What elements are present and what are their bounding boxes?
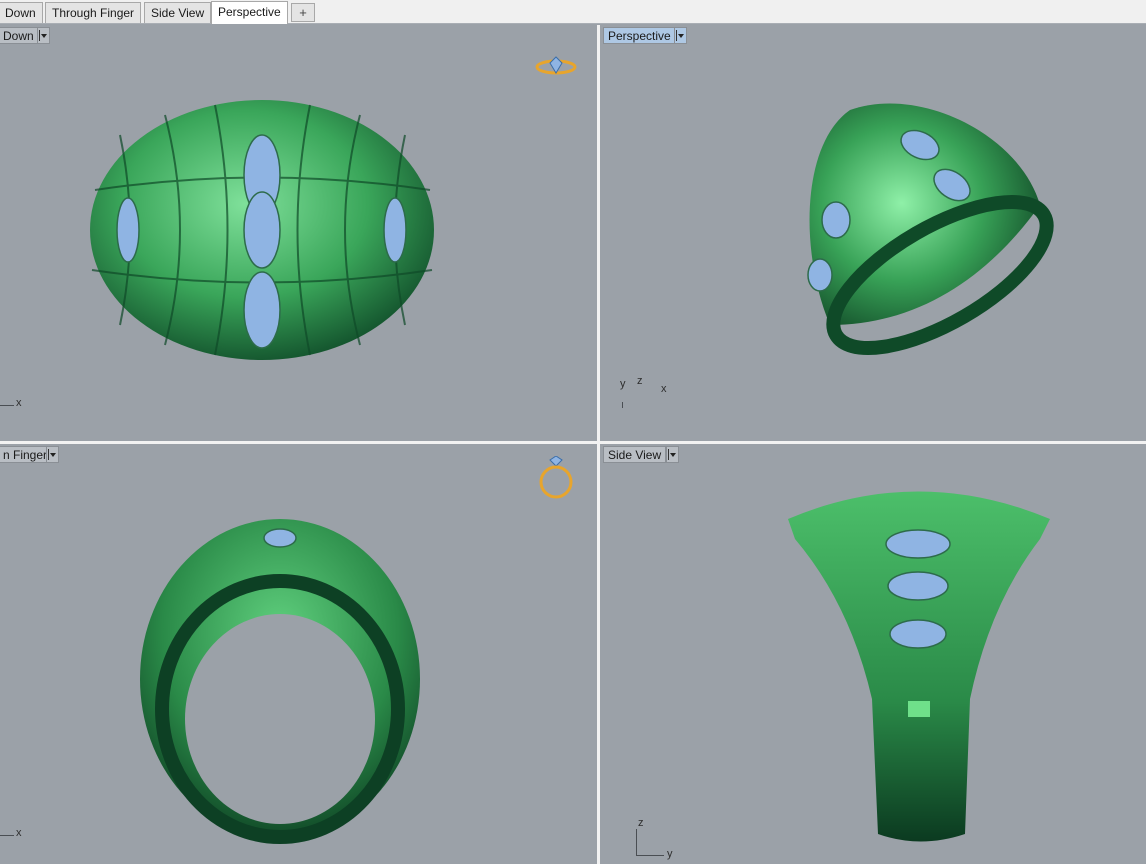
axis-z-label: z bbox=[638, 817, 644, 829]
tab-side-view[interactable]: Side View bbox=[144, 2, 212, 23]
plus-icon: + bbox=[299, 5, 307, 20]
add-tab-button[interactable]: + bbox=[291, 3, 315, 22]
tab-perspective[interactable]: Perspective bbox=[211, 1, 288, 24]
ring-front-view bbox=[140, 519, 420, 844]
axis-y-label: y bbox=[620, 378, 626, 390]
axis-x-label: x bbox=[661, 383, 667, 395]
viewport-tab-bar: Down Through Finger Side View Perspectiv… bbox=[0, 0, 1146, 24]
ring-orientation-widget-icon[interactable] bbox=[534, 53, 578, 83]
axis-x-label: x bbox=[16, 397, 22, 409]
tab-through-finger[interactable]: Through Finger bbox=[45, 2, 142, 23]
axis-indicator bbox=[636, 855, 664, 856]
axis-indicator bbox=[636, 829, 637, 855]
ring-orientation-widget-icon[interactable] bbox=[536, 456, 576, 506]
axis-z-label: z bbox=[637, 375, 643, 387]
axis-y-label: y bbox=[667, 848, 673, 860]
viewport-grid: Down x Perspective y z x n Finger x Side… bbox=[0, 25, 1146, 864]
axis-x-label: x bbox=[16, 827, 22, 839]
viewport-down[interactable]: Down x bbox=[0, 25, 597, 441]
tab-down[interactable]: Down bbox=[0, 2, 43, 23]
ring-side-view bbox=[788, 491, 1050, 842]
viewport-through-finger[interactable]: n Finger x bbox=[0, 444, 597, 864]
finger-hole bbox=[185, 614, 375, 824]
axis-indicator bbox=[0, 405, 14, 406]
axis-indicator bbox=[0, 835, 14, 836]
viewport-perspective[interactable]: Perspective y z x bbox=[600, 25, 1146, 441]
axis-indicator bbox=[622, 402, 623, 408]
ring-top-view bbox=[90, 100, 434, 360]
viewport-side-view[interactable]: Side View z y bbox=[600, 444, 1146, 864]
ring-perspective-view bbox=[807, 103, 1054, 355]
shank-marker bbox=[908, 701, 930, 717]
